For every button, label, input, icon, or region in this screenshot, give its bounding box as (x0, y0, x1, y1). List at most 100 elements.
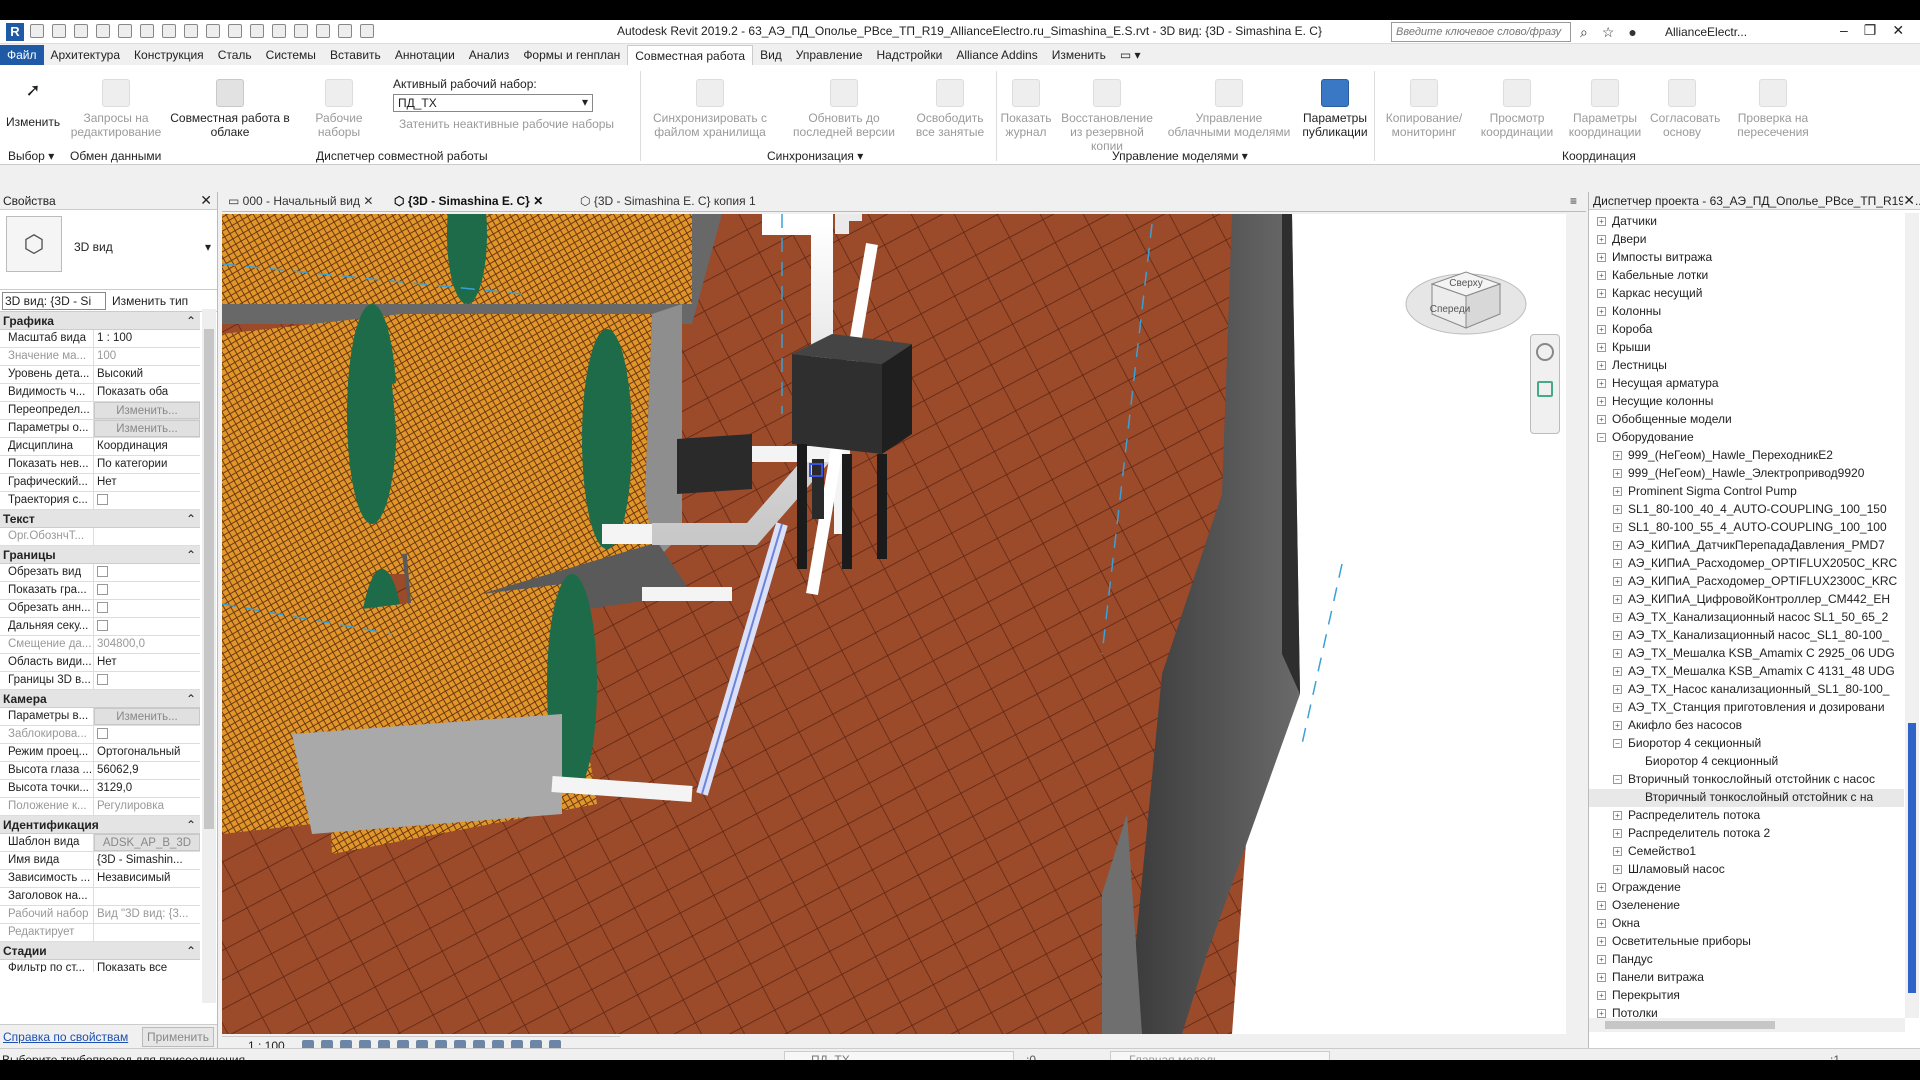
tab-insert[interactable]: Вставить (323, 45, 388, 65)
browser-tree-item[interactable]: + Крыши (1589, 339, 1904, 357)
coordination-settings-button[interactable]: Параметры координации (1560, 79, 1650, 139)
collapse-icon[interactable]: − (1613, 739, 1622, 749)
tab-structure[interactable]: Конструкция (127, 45, 211, 65)
redo-icon[interactable] (118, 24, 132, 38)
expand-icon[interactable]: + (1613, 577, 1622, 587)
browser-tree-item[interactable]: + Семейство1 (1589, 843, 1904, 861)
expand-icon[interactable]: + (1597, 235, 1606, 245)
user-name[interactable]: AllianceElectr... (1665, 25, 1747, 39)
property-value[interactable] (94, 582, 200, 599)
expand-icon[interactable]: + (1613, 559, 1622, 569)
group-manage-models[interactable]: Управление моделями ▾ (1112, 149, 1248, 163)
tab-annotate[interactable]: Аннотации (388, 45, 462, 65)
browser-tree-item[interactable]: + Перекрытия (1589, 987, 1904, 1005)
browser-tree-item[interactable]: + Несущие колонны (1589, 393, 1904, 411)
property-value[interactable] (94, 672, 200, 689)
browser-tree-item[interactable]: + SL1_80-100_40_4_AUTO-COUPLING_100_150 (1589, 501, 1904, 519)
close-icon[interactable]: ✕ (1892, 22, 1904, 39)
browser-tree-item[interactable]: + Двери (1589, 231, 1904, 249)
property-value[interactable]: Вид "3D вид: {3... (94, 906, 200, 923)
search-input[interactable]: Введите ключевое слово/фразу (1391, 22, 1571, 42)
restore-icon[interactable]: ❐ (1864, 22, 1877, 39)
properties-section[interactable]: Текст (0, 510, 200, 528)
gray-inactive-worksets-button[interactable]: Затенить неактивные рабочие наборы (399, 117, 614, 131)
browser-tree-item[interactable]: + АЭ_ТХ_Канализационный насос_SL1_80-100_ (1589, 627, 1904, 645)
browser-tree-item[interactable]: +999_(НеГеом)_Hawle_ПереходникЕ2 (1589, 447, 1904, 465)
tab-architecture[interactable]: Архитектура (44, 45, 128, 65)
expand-icon[interactable]: + (1597, 307, 1606, 317)
apply-button[interactable]: Применить (142, 1027, 214, 1047)
expand-icon[interactable]: + (1597, 343, 1606, 353)
property-value[interactable]: Нет (94, 474, 200, 491)
interference-check-button[interactable]: Проверка на пересечения (1718, 79, 1828, 139)
browser-tree-item[interactable]: + Ограждение (1589, 879, 1904, 897)
property-value[interactable]: Регулировка (94, 798, 200, 815)
properties-section[interactable]: Стадии (0, 942, 200, 960)
viewcube-front-label[interactable]: Спереди (1430, 304, 1471, 315)
property-edit-button[interactable]: Изменить... (94, 420, 200, 437)
expand-icon[interactable]: + (1613, 667, 1622, 677)
print-icon[interactable] (140, 24, 154, 38)
ribbon-minimize-toggle[interactable]: ▭ ▾ (1113, 45, 1148, 65)
properties-section[interactable]: Графика (0, 312, 200, 330)
expand-icon[interactable]: + (1613, 523, 1622, 533)
browser-tree-item[interactable]: + Кабельные лотки (1589, 267, 1904, 285)
properties-section[interactable]: Границы (0, 546, 200, 564)
tab-view-start[interactable]: ▭ 000 - Начальный вид ✕ (228, 194, 373, 208)
property-edit-button[interactable]: ADSK_АР_В_3D (94, 834, 200, 851)
viewcube-top-label[interactable]: Сверху (1449, 278, 1482, 289)
browser-tree-item[interactable]: + Импосты витража (1589, 249, 1904, 267)
browser-tree-item[interactable]: + Шламовый насос (1589, 861, 1904, 879)
browser-tree-item[interactable]: + АЭ_КИПиА_Расходомер_OPTIFLUX2050C_KRC (1589, 555, 1904, 573)
star-icon[interactable]: ☆ (1602, 24, 1615, 41)
expand-icon[interactable]: + (1597, 397, 1606, 407)
tab-view-3d-copy[interactable]: ⬡ {3D - Simashina E. C} копия 1 (580, 194, 756, 208)
thin-lines-icon[interactable] (294, 24, 308, 38)
expand-icon[interactable]: + (1597, 973, 1606, 983)
property-value[interactable]: 304800,0 (94, 636, 200, 653)
property-value[interactable]: 100 (94, 348, 200, 365)
expand-icon[interactable]: + (1613, 811, 1622, 821)
expand-icon[interactable]: + (1597, 937, 1606, 947)
property-value[interactable]: По категории (94, 456, 200, 473)
property-edit-button[interactable]: Изменить... (94, 402, 200, 419)
browser-vscrollbar[interactable] (1905, 213, 1919, 1018)
browser-tree-item[interactable]: + АЭ_ТХ_Станция приготовления и дозирован… (1589, 699, 1904, 717)
close-icon[interactable]: ✕ (1903, 192, 1915, 209)
property-value[interactable]: 56062,9 (94, 762, 200, 779)
instance-selector[interactable]: 3D вид: {3D - Si (2, 292, 106, 310)
property-edit-button[interactable]: Изменить... (94, 708, 200, 725)
properties-scrollbar[interactable] (202, 309, 216, 1003)
property-checkbox[interactable] (97, 728, 108, 740)
expand-icon[interactable]: + (1597, 325, 1606, 335)
minimize-icon[interactable]: – (1840, 22, 1848, 39)
viewcube[interactable]: Сверху Спереди (1402, 234, 1532, 344)
browser-tree-item[interactable]: + Окна (1589, 915, 1904, 933)
close-icon[interactable]: ✕ (200, 192, 212, 209)
editing-requests-button[interactable]: Запросы на редактирование (66, 79, 166, 139)
browser-tree-item[interactable]: + Prominent Sigma Control Pump (1589, 483, 1904, 501)
expand-icon[interactable]: + (1597, 901, 1606, 911)
property-value[interactable]: 3129,0 (94, 780, 200, 797)
active-workset-dropdown[interactable]: ПД_ТХ (393, 94, 593, 112)
worksets-button[interactable]: Рабочие наборы (293, 79, 385, 139)
expand-icon[interactable]: + (1613, 505, 1622, 515)
browser-tree-item[interactable]: + АЭ_КИПиА_ДатчикПерепадаДавления_PMD7 (1589, 537, 1904, 555)
tab-steel[interactable]: Сталь (211, 45, 259, 65)
browser-tree-item[interactable]: + Каркас несущий (1589, 285, 1904, 303)
save-icon[interactable] (52, 24, 66, 38)
restore-backup-button[interactable]: Восстановление из резервной копии (1054, 79, 1160, 153)
browser-tree-item[interactable]: + Несущая арматура (1589, 375, 1904, 393)
properties-help-link[interactable]: Справка по свойствам (3, 1030, 128, 1044)
tab-list-icon[interactable]: ≡ (1570, 194, 1577, 208)
modify-button[interactable]: ➚ Изменить (6, 81, 60, 129)
expand-icon[interactable]: + (1613, 451, 1622, 461)
expand-icon[interactable]: + (1597, 379, 1606, 389)
viewport-vscrollbar[interactable] (1566, 214, 1580, 1034)
property-value[interactable] (94, 888, 200, 905)
expand-icon[interactable]: + (1613, 595, 1622, 605)
browser-tree-item[interactable]: + Панели витража (1589, 969, 1904, 987)
property-value[interactable]: Нет (94, 654, 200, 671)
tag-icon[interactable] (206, 24, 220, 38)
property-value[interactable]: 1 : 100 (94, 330, 200, 347)
